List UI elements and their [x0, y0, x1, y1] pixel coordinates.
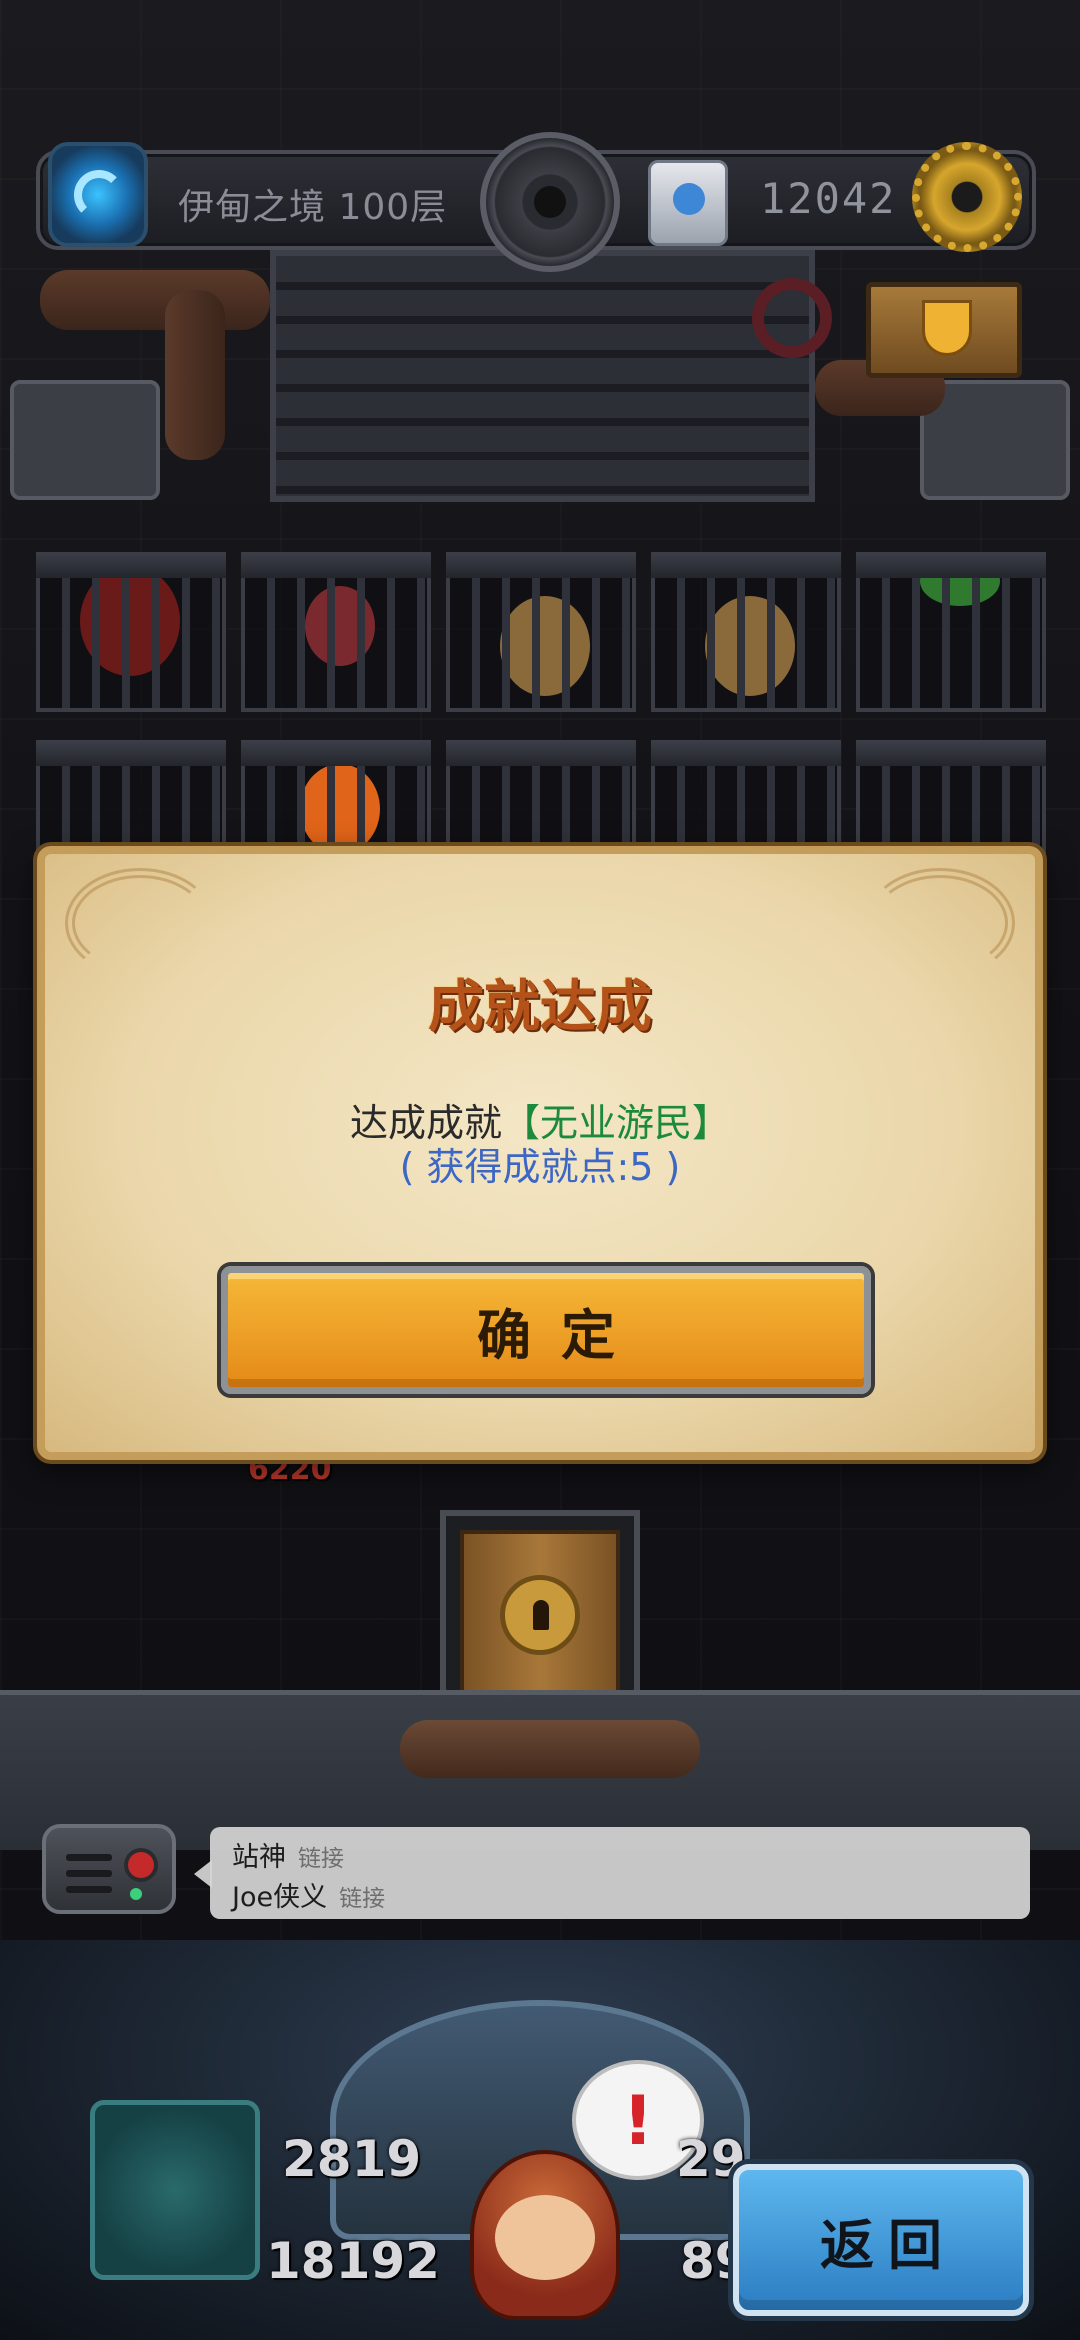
chat-link[interactable]: 链接	[339, 1886, 385, 1912]
red-led	[128, 1852, 154, 1878]
hero-face	[495, 2195, 595, 2280]
cage-top	[651, 740, 841, 766]
item-cage[interactable]	[446, 552, 636, 712]
speaker-line	[66, 1854, 112, 1861]
item-cage[interactable]	[241, 552, 431, 712]
floor-label: 伊甸之境 100层	[178, 187, 448, 228]
cage-bars	[245, 578, 427, 708]
achievement-dialog: 成就达成 达成成就【无业游民】 ( 获得成就点:5 ) 确定	[37, 846, 1043, 1460]
chat-sender: 站神	[232, 1842, 286, 1873]
red-ring-decor	[752, 278, 832, 358]
confirm-button[interactable]: 确定	[221, 1266, 871, 1394]
settings-gear-icon[interactable]	[912, 142, 1022, 252]
chat-sender: Joe侠义	[232, 1882, 328, 1913]
item-cage[interactable]	[856, 552, 1046, 712]
stat-left-top: 2819	[282, 2130, 422, 2188]
cage-bars	[655, 578, 837, 708]
wall-block	[10, 380, 160, 500]
pipe	[40, 270, 270, 330]
cage-top	[651, 552, 841, 578]
cage-top	[36, 740, 226, 766]
portal-icon[interactable]	[48, 142, 148, 247]
hub-gear-icon	[480, 132, 620, 272]
cage-top	[446, 552, 636, 578]
chat-radio-icon[interactable]	[42, 1824, 176, 1914]
cage-bars	[40, 578, 222, 708]
chat-link[interactable]: 链接	[298, 1846, 344, 1872]
item-cage[interactable]	[36, 552, 226, 712]
trophy-sign-button[interactable]	[866, 282, 1022, 378]
shutter-gate	[270, 250, 815, 502]
speaker-line	[66, 1886, 112, 1893]
stat-left-bottom: 18192	[266, 2232, 440, 2290]
back-button[interactable]: 返回	[733, 2164, 1029, 2316]
chat-message: Joe侠义 链接	[232, 1875, 385, 1914]
gear-hole	[952, 182, 982, 212]
confirm-button-label: 确定	[477, 1303, 645, 1367]
back-button-label: 返回	[820, 2213, 956, 2277]
cage-top	[856, 740, 1046, 766]
scroll-icon[interactable]	[648, 160, 728, 246]
chat-message: 站神 链接	[232, 1835, 344, 1874]
item-cage[interactable]	[651, 552, 841, 712]
hub-core	[534, 186, 566, 218]
speaker-line	[66, 1870, 112, 1877]
green-led	[130, 1888, 142, 1900]
cage-top	[241, 740, 431, 766]
cage-top	[446, 740, 636, 766]
achievement-points: ( 获得成就点:5 )	[399, 1145, 681, 1189]
cage-top	[36, 552, 226, 578]
currency-value: 12042	[760, 174, 897, 223]
teal-panel[interactable]	[90, 2100, 260, 2280]
cage-bars	[450, 578, 632, 708]
pipe	[165, 290, 225, 460]
portal-swirl	[74, 170, 124, 220]
trophy-icon	[925, 303, 969, 353]
cage-top	[856, 552, 1046, 578]
pipe	[400, 1720, 700, 1778]
chat-box[interactable]: 站神 链接 Joe侠义 链接	[210, 1827, 1030, 1919]
keyhole-icon	[500, 1575, 580, 1655]
dialog-title: 成就达成	[428, 975, 652, 1040]
cage-top	[241, 552, 431, 578]
cage-bars	[860, 578, 1042, 708]
